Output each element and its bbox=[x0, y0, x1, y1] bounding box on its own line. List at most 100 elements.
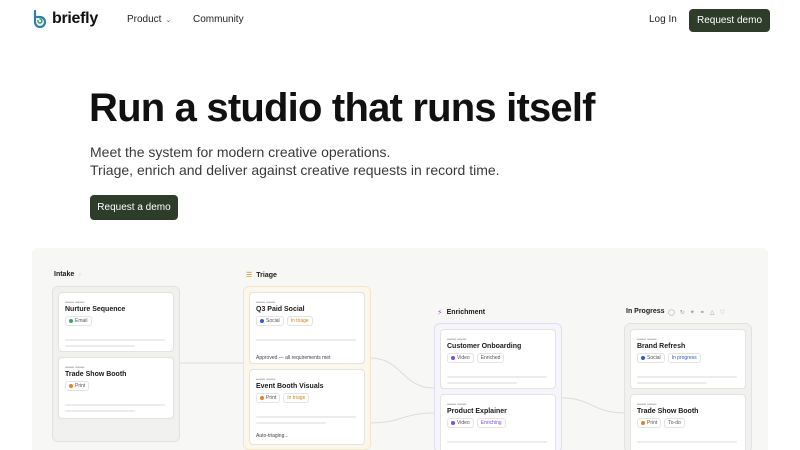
triage-icon: ☰ bbox=[246, 272, 253, 279]
tag-label: Email bbox=[75, 318, 88, 324]
skeleton-line bbox=[637, 376, 737, 378]
card-tag: Print bbox=[637, 418, 662, 428]
skeleton-line bbox=[256, 339, 356, 341]
task-card[interactable]: ▬▬ ▬▬ Event Booth Visuals Print In triag… bbox=[249, 369, 365, 445]
skeleton-line bbox=[65, 345, 135, 347]
skeleton-line bbox=[637, 441, 737, 443]
task-card[interactable]: ▬▬ ▬▬ Trade Show Booth Print To-do bbox=[630, 394, 746, 450]
refresh-icon[interactable]: ↻ bbox=[680, 309, 685, 316]
card-tag: Print bbox=[256, 393, 281, 403]
card-tag: Social bbox=[637, 353, 665, 363]
task-card[interactable]: ▬▬ ▬▬ Product Explainer Video Enriching bbox=[440, 394, 556, 450]
column-triage: ▬▬ ▬▬ Q3 Paid Social Social In triage Ap… bbox=[243, 286, 371, 450]
brand-name: briefly bbox=[52, 10, 98, 27]
card-status: In triage bbox=[286, 316, 313, 326]
card-id-placeholder: ▬▬ ▬▬ bbox=[65, 364, 85, 369]
status-dot-icon: ○ bbox=[78, 271, 82, 278]
card-id-placeholder: ▬▬ ▬▬ bbox=[637, 336, 657, 341]
card-footer: Approved — all requirements met bbox=[256, 355, 331, 361]
brand-logo[interactable]: briefly bbox=[32, 10, 98, 28]
card-id-placeholder: ▬▬ ▬▬ bbox=[637, 401, 657, 406]
skeleton-line bbox=[65, 339, 165, 341]
lightning-icon: ⚡ bbox=[437, 308, 443, 317]
tag-dot-icon bbox=[69, 384, 73, 388]
card-title: Trade Show Booth bbox=[65, 371, 127, 378]
card-tag: Video bbox=[447, 353, 474, 363]
card-title: Customer Onboarding bbox=[447, 343, 522, 350]
tag-dot-icon bbox=[260, 396, 264, 400]
card-footer: Auto-triaging... bbox=[256, 433, 289, 439]
card-id-placeholder: ▬▬ ▬▬ bbox=[256, 299, 276, 304]
card-tag: Video bbox=[447, 418, 474, 428]
skeleton-line bbox=[447, 441, 547, 443]
card-tag: Social bbox=[256, 316, 284, 326]
card-id-placeholder: ▬▬ ▬▬ bbox=[256, 376, 276, 381]
workflow-board-preview: Intake ○ ▬▬ ▬▬ Nurture Sequence Email ▬▬… bbox=[32, 248, 768, 450]
nav-community-link[interactable]: Community bbox=[193, 14, 244, 25]
column-toolbar-icons: ◯ ↻ ✦ ⚭ △ ♡ bbox=[668, 309, 725, 316]
column-header-intake: Intake ○ bbox=[54, 271, 81, 278]
column-intake: ▬▬ ▬▬ Nurture Sequence Email ▬▬ ▬▬ Trade… bbox=[52, 286, 180, 442]
hero-subtitle-line: Meet the system for modern creative oper… bbox=[90, 144, 391, 160]
hero-title: Run a studio that runs itself bbox=[89, 86, 596, 130]
tag-label: Print bbox=[266, 395, 277, 401]
tag-dot-icon bbox=[69, 319, 73, 323]
hero-subtitle-line: Triage, enrich and deliver against creat… bbox=[90, 162, 500, 178]
skeleton-line bbox=[256, 416, 356, 418]
task-card[interactable]: ▬▬ ▬▬ Q3 Paid Social Social In triage Ap… bbox=[249, 292, 365, 364]
card-title: Event Booth Visuals bbox=[256, 383, 324, 390]
card-title: Brand Refresh bbox=[637, 343, 686, 350]
card-id-placeholder: ▬▬ ▬▬ bbox=[447, 401, 467, 406]
nav-product-label: Product bbox=[127, 14, 162, 25]
top-nav: briefly Product ⌄ Community Log In Reque… bbox=[0, 0, 800, 40]
card-title: Product Explainer bbox=[447, 408, 507, 415]
card-id-placeholder: ▬▬ ▬▬ bbox=[447, 336, 467, 341]
skeleton-line bbox=[65, 404, 165, 406]
card-status: In triage bbox=[283, 393, 310, 403]
column-header-triage: ☰ Triage bbox=[246, 271, 277, 280]
card-title: Nurture Sequence bbox=[65, 306, 126, 313]
tag-dot-icon bbox=[260, 319, 264, 323]
share-icon[interactable]: △ bbox=[710, 309, 715, 316]
nav-product-menu[interactable]: Product ⌄ bbox=[127, 14, 171, 25]
skeleton-line bbox=[447, 382, 517, 384]
tag-dot-icon bbox=[451, 356, 455, 360]
skeleton-line bbox=[447, 376, 547, 378]
tag-label: Print bbox=[647, 420, 658, 426]
card-title: Q3 Paid Social bbox=[256, 306, 305, 313]
tag-label: Video bbox=[457, 355, 470, 361]
hero-subtitle: Meet the system for modern creative oper… bbox=[90, 143, 500, 179]
column-title: Intake bbox=[54, 271, 75, 278]
task-card[interactable]: ▬▬ ▬▬ Customer Onboarding Video Enriched bbox=[440, 329, 556, 389]
column-enrichment: ▬▬ ▬▬ Customer Onboarding Video Enriched… bbox=[434, 323, 562, 450]
tag-dot-icon bbox=[641, 356, 645, 360]
card-status: Enriched bbox=[476, 353, 505, 363]
clock-icon[interactable]: ◯ bbox=[668, 309, 675, 316]
card-tag: Print bbox=[65, 381, 90, 391]
link-icon[interactable]: ⚭ bbox=[700, 309, 705, 316]
task-card[interactable]: ▬▬ ▬▬ Nurture Sequence Email bbox=[58, 292, 174, 352]
card-status: Enriching bbox=[476, 418, 506, 428]
card-tag: Email bbox=[65, 316, 92, 326]
task-card[interactable]: ▬▬ ▬▬ Brand Refresh Social In progress bbox=[630, 329, 746, 389]
task-card[interactable]: ▬▬ ▬▬ Trade Show Booth Print bbox=[58, 357, 174, 419]
tag-dot-icon bbox=[451, 421, 455, 425]
column-in-progress: ▬▬ ▬▬ Brand Refresh Social In progress ▬… bbox=[624, 323, 752, 450]
column-header-enrichment: ⚡ Enrichment bbox=[437, 308, 485, 317]
tag-dot-icon bbox=[641, 421, 645, 425]
briefly-logo-icon bbox=[33, 10, 46, 28]
heart-icon[interactable]: ♡ bbox=[719, 309, 724, 316]
tag-label: Print bbox=[75, 383, 86, 389]
login-link[interactable]: Log In bbox=[649, 14, 677, 25]
hero-request-demo-button[interactable]: Request a demo bbox=[90, 195, 178, 220]
card-id-placeholder: ▬▬ ▬▬ bbox=[65, 299, 85, 304]
bolt-icon[interactable]: ✦ bbox=[690, 309, 695, 316]
request-demo-button[interactable]: Request demo bbox=[689, 9, 770, 32]
tag-label: Video bbox=[457, 420, 470, 426]
column-header-in-progress: In Progress bbox=[626, 308, 665, 315]
skeleton-line bbox=[256, 422, 326, 424]
chevron-down-icon: ⌄ bbox=[165, 16, 172, 24]
column-title: Enrichment bbox=[446, 309, 486, 316]
skeleton-line bbox=[637, 382, 707, 384]
column-title: Triage bbox=[256, 271, 277, 279]
